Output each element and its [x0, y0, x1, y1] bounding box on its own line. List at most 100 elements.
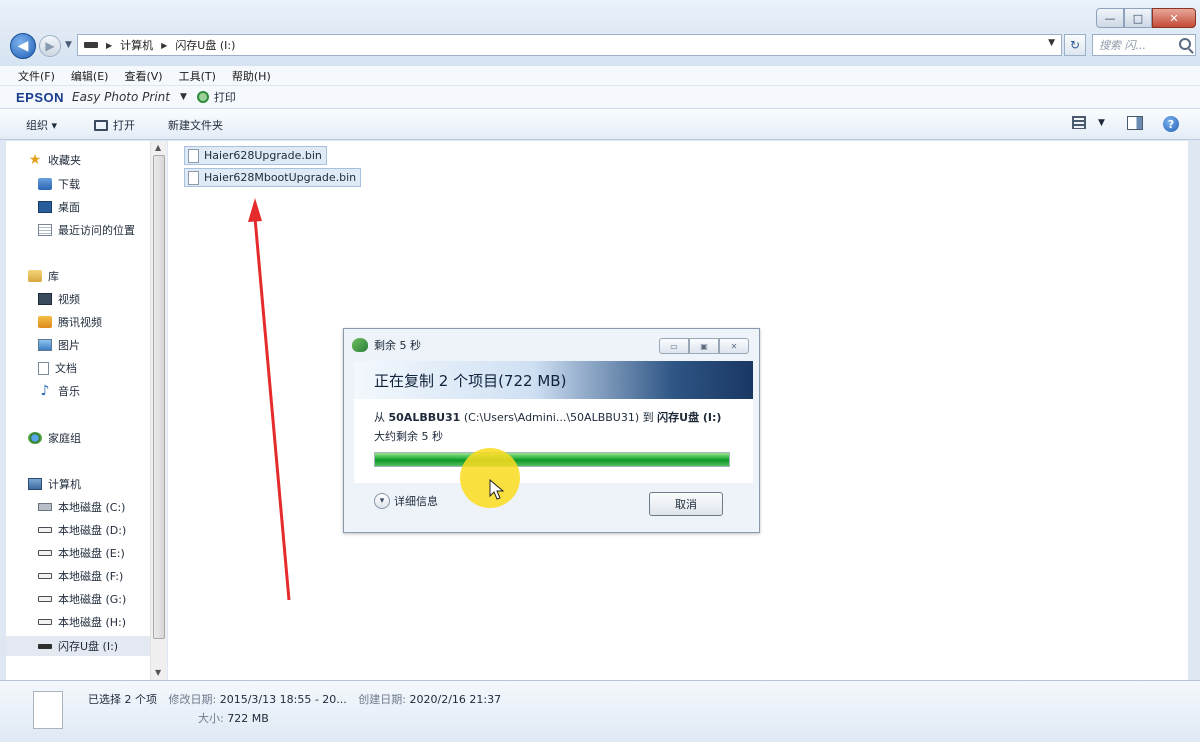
minimize-button[interactable]: ▭: [659, 338, 689, 354]
selection-count: 已选择 2 个项: [88, 693, 157, 706]
file-item[interactable]: Haier628MbootUpgrade.bin: [184, 168, 362, 187]
star-icon: ★: [28, 152, 42, 168]
nav-label: 最近访问的位置: [58, 224, 135, 237]
nav-drive-f[interactable]: 本地磁盘 (F:): [38, 568, 123, 584]
nav-label: 音乐: [58, 385, 80, 398]
nav-computer[interactable]: 计算机: [28, 476, 81, 492]
copy-route: 从 50ALBBU31 (C:\Users\Admini...\50ALBBU3…: [374, 409, 721, 425]
forward-button[interactable]: ▶: [39, 35, 61, 57]
window-icon: [94, 119, 108, 131]
nav-downloads[interactable]: 下载: [38, 176, 80, 192]
usb-drive-icon: [38, 643, 52, 649]
preview-pane-button[interactable]: [1127, 116, 1143, 130]
progress-fill: [375, 453, 729, 466]
picture-icon: [38, 339, 52, 351]
drive-icon: [84, 42, 98, 48]
minimize-button[interactable]: —: [1096, 8, 1124, 28]
tencent-video-icon: [38, 316, 52, 328]
file-name: Haier628MbootUpgrade.bin: [204, 171, 357, 184]
system-drive-icon: [38, 503, 52, 511]
organize-button[interactable]: 组织 ▾: [26, 117, 57, 133]
dialog-body: 从 50ALBBU31 (C:\Users\Admini...\50ALBBU3…: [354, 399, 753, 483]
nav-libraries[interactable]: 库: [28, 268, 59, 284]
history-dropdown-icon[interactable]: ▼: [65, 40, 72, 50]
close-button[interactable]: ✕: [1152, 8, 1196, 28]
nav-scrollbar[interactable]: ▲ ▼: [150, 141, 167, 680]
nav-desktop[interactable]: 桌面: [38, 199, 80, 215]
dialog-footer: ▾ 详细信息 取消: [354, 483, 753, 525]
print-icon[interactable]: [196, 91, 209, 103]
close-button[interactable]: ✕: [719, 338, 749, 354]
nav-homegroup[interactable]: 家庭组: [28, 430, 81, 446]
nav-drive-i[interactable]: 闪存U盘 (I:): [6, 636, 150, 656]
nav-pictures[interactable]: 图片: [38, 337, 80, 353]
nav-tencent-video[interactable]: 腾讯视频: [38, 314, 102, 330]
more-details-toggle[interactable]: ▾ 详细信息: [374, 493, 438, 509]
menu-view[interactable]: 查看(V): [124, 68, 162, 84]
window-controls: — □ ✕: [1096, 8, 1196, 28]
created-label: 创建日期:: [358, 693, 406, 706]
copy-icon: [352, 338, 368, 352]
nav-drive-h[interactable]: 本地磁盘 (H:): [38, 614, 126, 630]
nav-drive-e[interactable]: 本地磁盘 (E:): [38, 545, 125, 561]
maximize-button[interactable]: ▣: [689, 338, 719, 354]
destination-name-link[interactable]: 闪存U盘 (I:): [657, 411, 721, 424]
nav-videos[interactable]: 视频: [38, 291, 80, 307]
nav-label: 本地磁盘 (D:): [58, 524, 127, 537]
scroll-down-icon[interactable]: ▼: [155, 668, 161, 677]
maximize-button[interactable]: □: [1124, 8, 1152, 28]
address-dropdown-icon[interactable]: ▼: [1048, 38, 1055, 48]
file-item[interactable]: Haier628Upgrade.bin: [184, 146, 327, 165]
breadcrumb-usb-drive[interactable]: 闪存U盘 (I:): [175, 37, 235, 53]
drive-icon: [38, 596, 52, 602]
breadcrumb-separator-icon[interactable]: ▶: [106, 41, 112, 50]
menu-help[interactable]: 帮助(H): [232, 68, 271, 84]
refresh-button[interactable]: ↻: [1064, 34, 1086, 56]
nav-label: 本地磁盘 (E:): [58, 547, 125, 560]
command-bar: 组织 ▾ 打开 新建文件夹 ▼ ?: [0, 108, 1200, 140]
back-button[interactable]: ◀: [10, 33, 36, 59]
open-button[interactable]: 打开: [94, 117, 135, 133]
open-label: 打开: [113, 119, 135, 132]
menu-tools[interactable]: 工具(T): [179, 68, 216, 84]
cancel-button[interactable]: 取消: [649, 492, 723, 516]
source-name-link[interactable]: 50ALBBU31: [389, 411, 461, 424]
dialog-title: 剩余 5 秒: [352, 337, 421, 353]
help-button[interactable]: ?: [1163, 116, 1179, 132]
drive-icon: [38, 619, 52, 625]
breadcrumb-computer[interactable]: 计算机: [120, 37, 153, 53]
music-icon: ♪: [40, 383, 50, 399]
nav-music[interactable]: ♪ 音乐: [38, 383, 80, 399]
nav-documents[interactable]: 文档: [38, 360, 77, 376]
navigation-pane: ★ 收藏夹 下载 桌面 最近访问的位置 库 视频 腾讯视频 图片 文档 ♪ 音乐 家…: [6, 141, 150, 680]
print-button[interactable]: 打印: [214, 89, 236, 105]
nav-drive-g[interactable]: 本地磁盘 (G:): [38, 591, 126, 607]
nav-drive-d[interactable]: 本地磁盘 (D:): [38, 522, 126, 538]
address-bar[interactable]: ▶ 计算机 ▶ 闪存U盘 (I:) ▼: [77, 34, 1062, 56]
epson-logo: EPSON: [16, 89, 65, 105]
nav-label: 桌面: [58, 201, 80, 214]
new-folder-button[interactable]: 新建文件夹: [168, 117, 223, 133]
nav-label: 收藏夹: [48, 154, 81, 167]
drive-icon: [38, 573, 52, 579]
dialog-window-controls: ▭ ▣ ✕: [659, 338, 749, 354]
scrollbar-thumb[interactable]: [153, 155, 165, 639]
dialog-title-text: 剩余 5 秒: [374, 339, 421, 352]
nav-recent[interactable]: 最近访问的位置: [38, 222, 135, 238]
organize-label: 组织 ▾: [26, 119, 58, 132]
menu-file[interactable]: 文件(F): [18, 68, 55, 84]
menu-edit[interactable]: 编辑(E): [71, 68, 109, 84]
breadcrumb-separator-icon[interactable]: ▶: [161, 41, 167, 50]
epson-product-button[interactable]: Easy Photo Print: [72, 90, 170, 104]
chevron-down-icon[interactable]: ▼: [180, 92, 187, 102]
created-value: 2020/2/16 21:37: [409, 693, 502, 706]
nav-favorites[interactable]: ★ 收藏夹: [28, 152, 81, 168]
scroll-up-icon[interactable]: ▲: [155, 143, 161, 152]
nav-label: 计算机: [48, 478, 81, 491]
nav-drive-c[interactable]: 本地磁盘 (C:): [38, 499, 125, 515]
search-input[interactable]: 搜索 闪...: [1092, 34, 1196, 56]
document-icon: [38, 361, 49, 375]
change-view-button[interactable]: ▼: [1072, 116, 1105, 129]
menu-bar: 文件(F) 编辑(E) 查看(V) 工具(T) 帮助(H): [0, 66, 1200, 86]
preview-pane-icon: [1127, 116, 1143, 130]
